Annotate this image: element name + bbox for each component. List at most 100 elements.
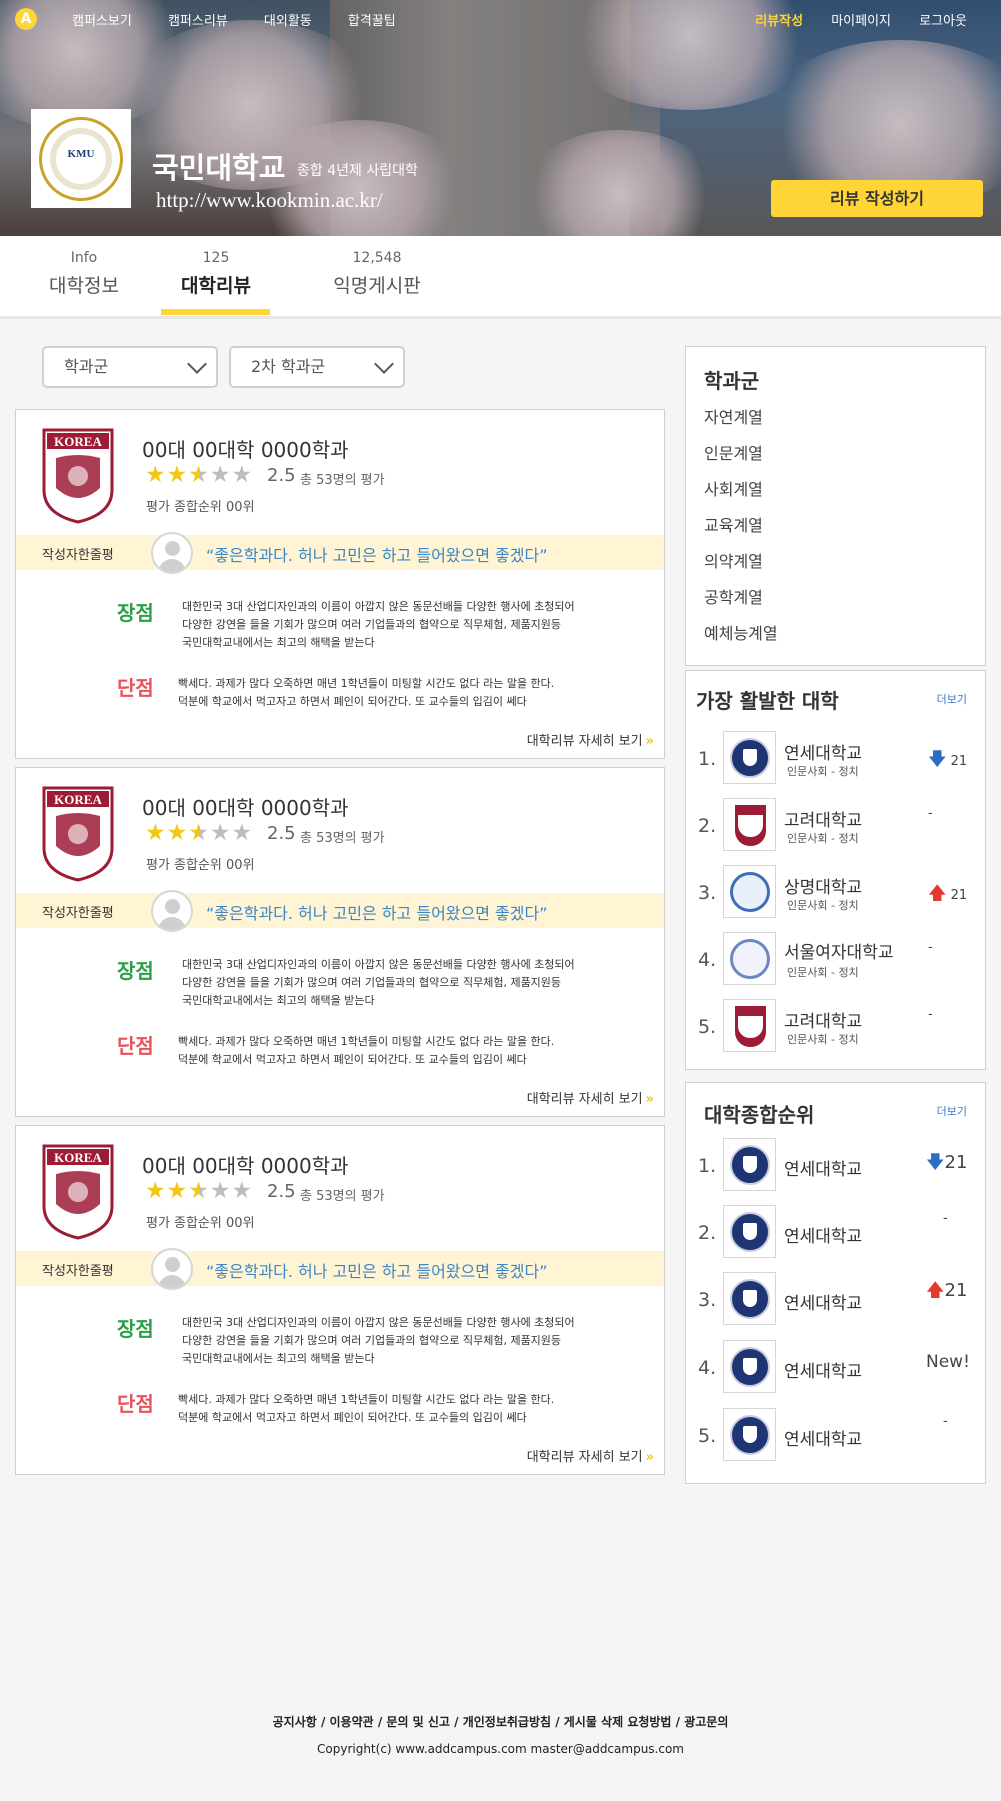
- department-name[interactable]: 00대 00대학 0000학과: [142, 434, 349, 463]
- department-name[interactable]: 00대 00대학 0000학과: [142, 1150, 349, 1179]
- active-rank-row[interactable]: 4. 서울여자대학교 인문사회 - 정치 -: [686, 932, 985, 992]
- nav-activities[interactable]: 대외활동: [264, 14, 312, 29]
- overall-rank-row[interactable]: 1. 연세대학교 🡇21: [686, 1138, 985, 1198]
- double-chevron-right-icon: »: [645, 1092, 654, 1107]
- overall-rank-row[interactable]: 5. 연세대학교 -: [686, 1408, 985, 1468]
- tab-bar: Info 대학정보 125 대학리뷰 12,548 익명게시판: [0, 236, 1001, 319]
- category-item[interactable]: 교육계열: [704, 512, 763, 536]
- rank-number: 1.: [698, 748, 717, 770]
- overall-rank-row[interactable]: 2. 연세대학교 -: [686, 1205, 985, 1265]
- overall-more-link[interactable]: 더보기: [937, 1103, 967, 1119]
- one-line-tag: 작성자한줄평: [42, 548, 114, 563]
- category-item[interactable]: 사회계열: [704, 476, 763, 500]
- overall-rank-row[interactable]: 4. 연세대학교 New!: [686, 1340, 985, 1400]
- nav-logout[interactable]: 로그아웃: [919, 14, 967, 29]
- sub-department-select[interactable]: 2차 학과군: [229, 346, 405, 388]
- active-rank-row[interactable]: 1. 연세대학교 인문사회 - 정치 🡇 21: [686, 731, 985, 791]
- tab-count: Info: [70, 250, 98, 266]
- pros-line: 다양한 강연을 들을 기회가 많으며 여러 기업들과의 협약으로 직무체험, 제…: [182, 618, 562, 631]
- rank-change: 🡅21: [926, 1278, 967, 1308]
- sangmyung-logo-icon: [723, 865, 776, 918]
- cons-heading: 단점: [117, 1034, 154, 1058]
- category-item[interactable]: 인문계열: [704, 440, 763, 464]
- review-quote: “좋은학과다. 허나 고민은 하고 들어왔으면 좋겠다”: [206, 904, 548, 923]
- nav-write-review[interactable]: 리뷰작성: [755, 14, 803, 29]
- university-field: 인문사회 - 정치: [787, 966, 859, 979]
- university-name: 고려대학교: [784, 811, 863, 831]
- tab-label: 대학정보: [49, 275, 119, 297]
- rank-change: 🡇21: [926, 1150, 967, 1180]
- rating-count: 총 53명의 평가: [300, 831, 385, 846]
- seal-text: KMU: [67, 148, 95, 160]
- site-logo-icon[interactable]: A: [15, 8, 37, 30]
- rank-change: -: [943, 1414, 948, 1429]
- change-value: 21: [950, 888, 968, 903]
- department-group-select[interactable]: 학과군: [42, 346, 218, 388]
- nav-campus-review[interactable]: 캠퍼스리뷰: [168, 14, 228, 29]
- active-rank-row[interactable]: 3. 상명대학교 인문사회 - 정치 🡅 21: [686, 865, 985, 925]
- top-nav: A 캠퍼스보기 캠퍼스리뷰 대외활동 합격꿀팁 리뷰작성 마이페이지 로그아웃: [0, 0, 1001, 36]
- cons-line: 덕분에 학교에서 먹고자고 하면서 폐인이 되어간다. 또 교수들의 입김이 쎄…: [178, 695, 527, 708]
- category-item[interactable]: 공학계열: [704, 584, 763, 608]
- cons-line: 덕분에 학교에서 먹고자고 하면서 폐인이 되어간다. 또 교수들의 입김이 쎄…: [178, 1411, 527, 1424]
- select-value: 2차 학과군: [251, 357, 326, 376]
- shield-text: KOREA: [54, 792, 102, 807]
- footer-links[interactable]: 공지사항 / 이용약관 / 문의 및 신고 / 개인정보취급방침 / 게시물 삭…: [0, 1713, 1001, 1730]
- university-field: 인문사회 - 정치: [787, 899, 859, 912]
- university-field: 인문사회 - 정치: [787, 765, 859, 778]
- write-review-button[interactable]: 리뷰 작성하기: [771, 180, 983, 217]
- pros-line: 대한민국 3대 산업디자인과의 이름이 아깝지 않은 동문선배들 다양한 행사에…: [182, 600, 575, 613]
- korea-university-shield-icon: KOREA: [42, 786, 114, 882]
- overall-rank: 평가 종합순위 00위: [146, 858, 255, 873]
- rating-count: 총 53명의 평가: [300, 473, 385, 488]
- yonsei-logo-icon: [723, 1205, 776, 1258]
- rank-change: -: [943, 1211, 948, 1226]
- pros-line: 국민대학교내에서는 최고의 해택을 받는다: [182, 1352, 375, 1365]
- yonsei-logo-icon: [723, 1340, 776, 1393]
- pros-line: 국민대학교내에서는 최고의 해택을 받는다: [182, 636, 375, 649]
- category-item[interactable]: 예체능계열: [704, 620, 778, 644]
- tab-reviews[interactable]: 125 대학리뷰: [176, 250, 256, 298]
- double-chevron-right-icon: »: [645, 1450, 654, 1465]
- university-name: 연세대학교: [784, 1362, 863, 1382]
- active-rank-row[interactable]: 2. 고려대학교 인문사회 - 정치 -: [686, 798, 985, 858]
- yonsei-logo-icon: [723, 1272, 776, 1325]
- department-name[interactable]: 00대 00대학 0000학과: [142, 792, 349, 821]
- korea-university-logo-icon: [723, 798, 776, 851]
- overall-rank-row[interactable]: 3. 연세대학교 🡅21: [686, 1272, 985, 1332]
- cons-text: 빡세다. 과제가 많다 오죽하면 매년 1학년들이 미팅할 시간도 없다 라는 …: [178, 1033, 554, 1069]
- tab-info[interactable]: Info 대학정보: [47, 250, 121, 298]
- hero-banner: A 캠퍼스보기 캠퍼스리뷰 대외활동 합격꿀팁 리뷰작성 마이페이지 로그아웃 …: [0, 0, 1001, 236]
- tab-board[interactable]: 12,548 익명게시판: [325, 250, 429, 298]
- nav-campus-view[interactable]: 캠퍼스보기: [72, 14, 132, 29]
- avatar: [151, 890, 193, 932]
- university-seal-icon: KMU: [39, 117, 123, 201]
- university-name: 서울여자대학교: [784, 943, 894, 963]
- category-item[interactable]: 의약계열: [704, 548, 763, 572]
- rank-change-new: New!: [926, 1352, 970, 1372]
- pros-line: 국민대학교내에서는 최고의 해택을 받는다: [182, 994, 375, 1007]
- pros-text: 대한민국 3대 산업디자인과의 이름이 아깝지 않은 동문선배들 다양한 행사에…: [182, 598, 575, 652]
- review-quote: “좋은학과다. 허나 고민은 하고 들어왔으면 좋겠다”: [206, 546, 548, 565]
- seoul-womens-logo-icon: [723, 932, 776, 985]
- arrow-down-icon: 🡇: [926, 1152, 945, 1173]
- nav-mypage[interactable]: 마이페이지: [831, 14, 891, 29]
- rank-change: 🡇 21: [928, 747, 967, 777]
- cons-heading: 단점: [117, 676, 154, 700]
- nav-tips[interactable]: 합격꿀팁: [348, 14, 396, 29]
- rank-number: 5.: [698, 1016, 717, 1038]
- university-name: 연세대학교: [784, 1430, 863, 1450]
- rating-count: 총 53명의 평가: [300, 1189, 385, 1204]
- rank-change: -: [928, 1007, 933, 1022]
- active-more-link[interactable]: 더보기: [937, 691, 967, 707]
- review-detail-link[interactable]: 대학리뷰 자세히 보기»: [527, 1088, 654, 1107]
- arrow-up-icon: 🡅: [926, 1280, 945, 1301]
- tab-count: 12,548: [352, 250, 402, 266]
- university-url[interactable]: http://www.kookmin.ac.kr/: [156, 188, 383, 213]
- active-rank-row[interactable]: 5. 고려대학교 인문사회 - 정치 -: [686, 999, 985, 1059]
- category-item[interactable]: 자연계열: [704, 404, 763, 428]
- review-card: KOREA 00대 00대학 0000학과 ★★★★★ 2.5 총 53명의 평…: [15, 409, 665, 759]
- review-detail-link[interactable]: 대학리뷰 자세히 보기»: [527, 1446, 654, 1465]
- university-name: 국민대학교: [152, 151, 286, 185]
- review-detail-link[interactable]: 대학리뷰 자세히 보기»: [527, 730, 654, 749]
